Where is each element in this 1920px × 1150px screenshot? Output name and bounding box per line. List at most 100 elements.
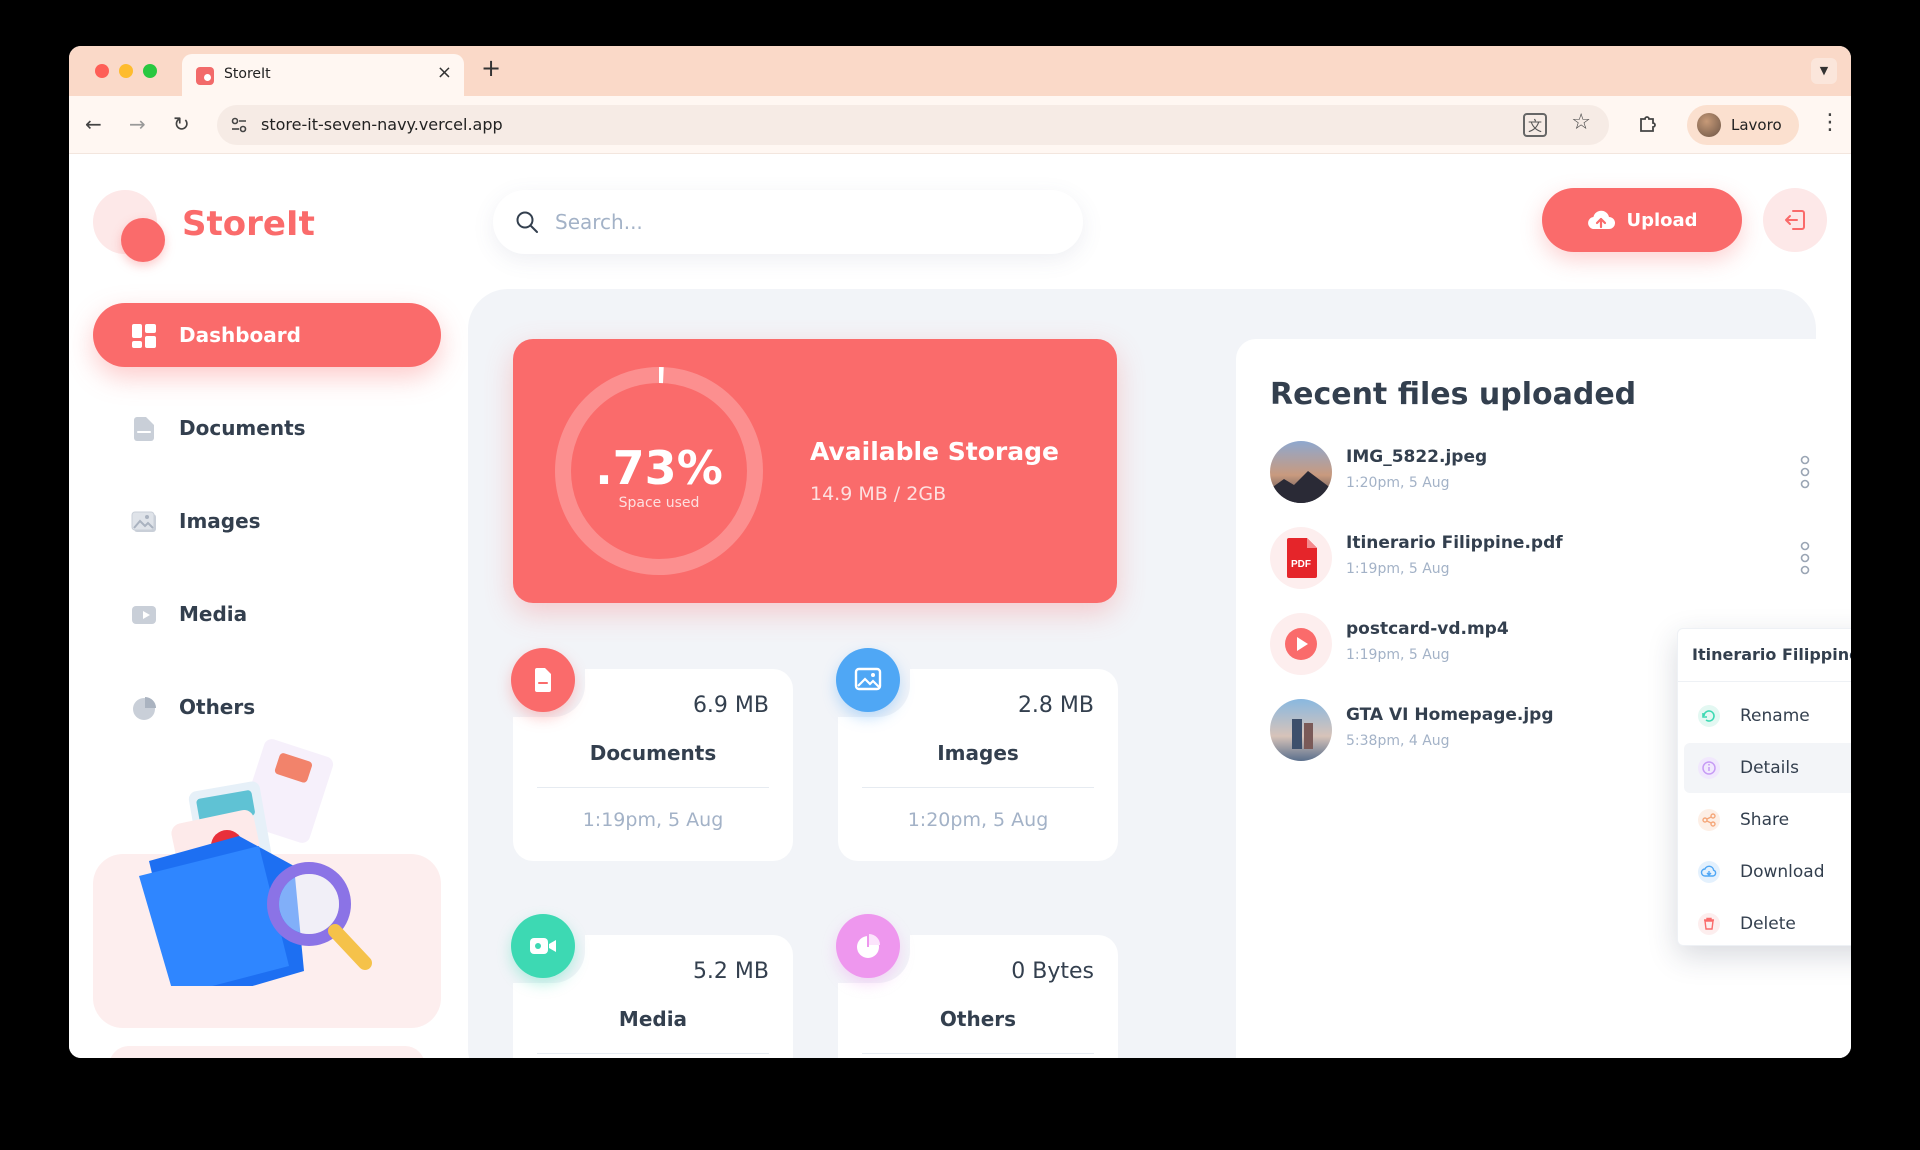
media-badge bbox=[511, 914, 575, 978]
dropdown-title: Itinerario Filippine.pdf bbox=[1692, 645, 1851, 664]
category-name: Images bbox=[937, 741, 1019, 765]
sidebar-item-label: Others bbox=[179, 695, 256, 719]
image-thumbnail bbox=[1270, 441, 1332, 503]
file-row[interactable]: PDF Itinerario Filippine.pdf 1:19pm, 5 A… bbox=[1270, 527, 1810, 589]
play-icon bbox=[1285, 628, 1317, 660]
logout-button[interactable] bbox=[1763, 188, 1827, 252]
storage-value: 14.9 MB / 2GB bbox=[810, 483, 947, 505]
search-bar bbox=[493, 190, 1083, 254]
pdf-badge-text: PDF bbox=[1291, 559, 1311, 570]
recent-files-title: Recent files uploaded bbox=[1270, 377, 1637, 412]
menu-item-label: Delete bbox=[1740, 914, 1796, 934]
sidebar-item-label: Documents bbox=[179, 416, 306, 440]
pdf-thumbnail: PDF bbox=[1270, 527, 1332, 589]
translate-icon[interactable]: 文 bbox=[1523, 113, 1547, 137]
category-name: Media bbox=[618, 1007, 688, 1031]
menu-item-label: Download bbox=[1740, 862, 1825, 882]
file-name: GTA VI Homepage.jpg bbox=[1346, 705, 1554, 725]
address-bar[interactable]: store-it-seven-navy.vercel.app 文 ☆ bbox=[217, 105, 1609, 145]
pie-icon bbox=[857, 934, 880, 958]
pie-icon bbox=[133, 697, 156, 720]
file-name: postcard-vd.mp4 bbox=[1346, 619, 1509, 639]
menu-item-details[interactable]: Details bbox=[1684, 743, 1851, 793]
minimize-window-button[interactable] bbox=[119, 64, 133, 78]
share-icon bbox=[1698, 809, 1720, 831]
menu-item-rename[interactable]: Rename bbox=[1684, 691, 1851, 741]
others-badge bbox=[836, 914, 900, 978]
file-date: 5:38pm, 4 Aug bbox=[1346, 733, 1450, 749]
menu-item-share[interactable]: Share bbox=[1684, 795, 1851, 845]
file-name: IMG_5822.jpeg bbox=[1346, 447, 1488, 467]
file-row[interactable]: IMG_5822.jpeg 1:20pm, 5 Aug bbox=[1270, 441, 1810, 503]
folder-illustration-icon bbox=[139, 739, 372, 986]
dashboard-main: .73% Space used Available Storage 14.9 M… bbox=[468, 289, 1842, 1058]
tab-search-chevron-icon[interactable]: ▼ bbox=[1811, 58, 1837, 84]
documents-badge bbox=[511, 648, 575, 712]
menu-item-delete[interactable]: Delete bbox=[1684, 899, 1851, 949]
profile-name: Lavoro bbox=[1731, 116, 1782, 134]
sidebar-item-label: Images bbox=[179, 509, 261, 533]
category-name: Documents bbox=[589, 741, 717, 765]
info-icon bbox=[1698, 757, 1720, 779]
search-input[interactable] bbox=[555, 204, 1055, 240]
favicon-icon bbox=[196, 67, 214, 85]
more-vertical-icon[interactable] bbox=[1800, 455, 1810, 489]
menu-item-label: Details bbox=[1740, 758, 1799, 778]
category-date: 1:19pm, 5 Aug bbox=[582, 809, 724, 831]
file-date: 1:20pm, 5 Aug bbox=[1346, 475, 1450, 491]
more-vertical-icon[interactable] bbox=[1800, 541, 1810, 575]
sidebar-item-images[interactable]: Images bbox=[93, 489, 441, 553]
close-window-button[interactable] bbox=[95, 64, 109, 78]
sidebar-item-label: Dashboard bbox=[179, 323, 301, 347]
tab-bar: StoreIt × + ▼ bbox=[69, 46, 1851, 96]
site-settings-icon[interactable] bbox=[229, 115, 249, 135]
storage-percent: .73% bbox=[595, 441, 723, 495]
app: StoreIt Upload bbox=[69, 154, 1851, 1058]
category-size: 5.2 MB bbox=[692, 959, 769, 984]
category-name: Others bbox=[939, 1007, 1017, 1031]
images-badge bbox=[836, 648, 900, 712]
back-arrow-icon[interactable]: ← bbox=[85, 112, 102, 136]
menu-item-label: Share bbox=[1740, 810, 1790, 830]
sidebar-item-dashboard[interactable]: Dashboard bbox=[93, 303, 441, 367]
upload-label: Upload bbox=[1626, 209, 1698, 231]
search-icon bbox=[516, 211, 538, 233]
video-icon bbox=[132, 606, 156, 624]
sidebar-item-documents[interactable]: Documents bbox=[93, 396, 441, 460]
rename-icon bbox=[1698, 705, 1720, 727]
image-thumbnail bbox=[1270, 699, 1332, 761]
profile-chip[interactable]: Lavoro bbox=[1687, 105, 1799, 145]
forward-arrow-icon[interactable]: → bbox=[129, 112, 146, 136]
menu-item-download[interactable]: Download bbox=[1684, 847, 1851, 897]
close-tab-icon[interactable]: × bbox=[437, 62, 452, 83]
storage-summary-card: .73% Space used Available Storage 14.9 M… bbox=[513, 339, 1117, 603]
storage-title: Available Storage bbox=[810, 437, 1059, 466]
bookmark-star-icon[interactable]: ☆ bbox=[1571, 110, 1591, 135]
browser-menu-icon[interactable]: ⋮ bbox=[1819, 110, 1841, 135]
storage-subtitle: Space used bbox=[618, 495, 700, 511]
file-actions-dropdown: Itinerario Filippine.pdf Rename Details bbox=[1677, 628, 1851, 946]
pdf-icon: PDF bbox=[1287, 538, 1317, 578]
avatar bbox=[1697, 113, 1721, 137]
url-text[interactable]: store-it-seven-navy.vercel.app bbox=[261, 115, 503, 134]
category-date: 1:20pm, 5 Aug bbox=[907, 809, 1049, 831]
trash-icon bbox=[1698, 913, 1720, 935]
sidebar-item-media[interactable]: Media bbox=[93, 582, 441, 646]
logo-text[interactable]: StoreIt bbox=[182, 204, 315, 244]
reload-icon[interactable]: ↻ bbox=[173, 112, 190, 136]
maximize-window-button[interactable] bbox=[143, 64, 157, 78]
tab-title: StoreIt bbox=[224, 66, 271, 82]
image-icon bbox=[854, 667, 882, 691]
category-size: 2.8 MB bbox=[1017, 693, 1094, 718]
menu-item-label: Rename bbox=[1740, 706, 1810, 726]
logo-icon bbox=[93, 190, 165, 262]
browser-toolbar: ← → ↻ store-it-seven-navy.vercel.app 文 ☆… bbox=[69, 96, 1851, 154]
document-icon bbox=[535, 668, 551, 692]
upload-button[interactable]: Upload bbox=[1542, 188, 1742, 252]
sidebar-user-panel bbox=[109, 1046, 425, 1058]
browser-tab[interactable]: StoreIt × bbox=[182, 54, 464, 96]
cloud-upload-icon bbox=[1588, 210, 1616, 229]
extensions-puzzle-icon[interactable] bbox=[1637, 113, 1659, 135]
sidebar-item-label: Media bbox=[179, 602, 248, 626]
new-tab-button[interactable]: + bbox=[481, 54, 501, 82]
